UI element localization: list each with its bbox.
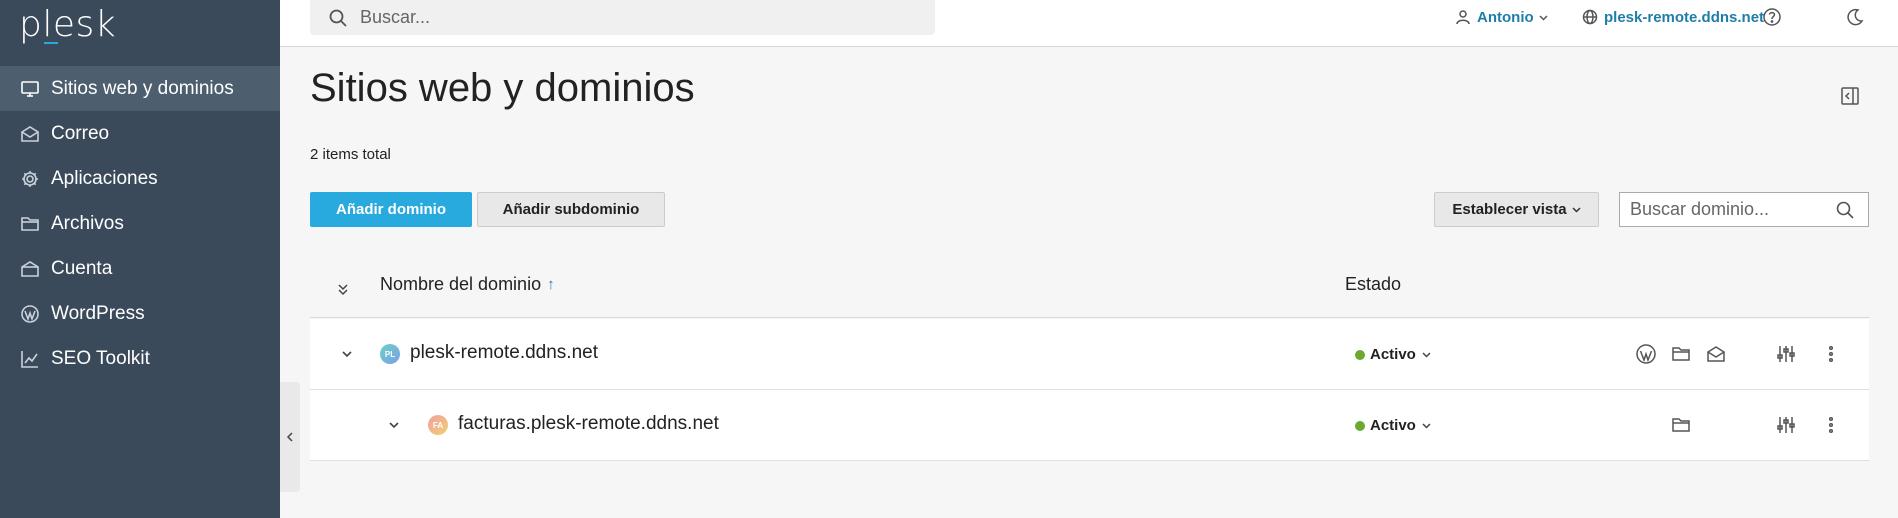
domain-name: plesk-remote.ddns.net — [1604, 8, 1765, 26]
moon-icon — [1847, 8, 1864, 26]
column-header-status: Estado — [1345, 274, 1402, 294]
page-title: Sitios web y dominios — [310, 66, 695, 110]
user-icon — [1456, 10, 1470, 25]
wordpress-icon — [19, 303, 41, 325]
status-dropdown[interactable]: Activo — [1355, 346, 1431, 363]
user-name: Antonio — [1477, 8, 1534, 26]
sidebar-item-label: SEO Toolkit — [51, 347, 150, 369]
chevron-down-icon — [389, 422, 399, 429]
domain-search-input[interactable] — [1630, 199, 1835, 220]
sidebar-item-applications[interactable]: Aplicaciones — [0, 156, 280, 201]
search-icon[interactable] — [1835, 200, 1855, 220]
folder-icon — [1672, 347, 1690, 361]
sidebar-item-websites-domains[interactable]: Sitios web y dominios — [0, 66, 280, 111]
global-search[interactable] — [310, 0, 935, 35]
mail-icon — [19, 123, 41, 145]
settings-action[interactable] — [1775, 343, 1797, 365]
mail-action[interactable] — [1705, 343, 1727, 365]
dark-mode-toggle[interactable] — [1845, 0, 1865, 34]
column-name-label: Nombre del dominio — [380, 274, 542, 294]
file-manager-action[interactable] — [1670, 414, 1692, 436]
domain-search[interactable] — [1619, 192, 1869, 227]
mail-icon — [1707, 346, 1725, 362]
wordpress-icon — [1636, 344, 1656, 364]
set-view-label: Establecer vista — [1452, 201, 1567, 218]
status-active-dot — [1355, 349, 1365, 360]
sidebar-nav: Sitios web y dominios Correo Aplicacione… — [0, 66, 280, 381]
chevron-down-icon — [1539, 14, 1548, 21]
account-icon — [19, 258, 41, 280]
sidebar-item-label: Archivos — [51, 212, 124, 234]
global-search-input[interactable] — [360, 7, 920, 28]
wordpress-action[interactable] — [1635, 343, 1657, 365]
chart-icon — [19, 348, 41, 370]
chevron-down-icon — [342, 351, 352, 358]
domain-link[interactable]: facturas.plesk-remote.ddns.net — [458, 413, 719, 435]
globe-icon — [1582, 9, 1598, 25]
items-total: 2 items total — [310, 146, 391, 163]
sidebar-item-label: Sitios web y dominios — [51, 77, 234, 99]
site-favicon: PL — [380, 344, 400, 364]
more-actions-button[interactable] — [1820, 343, 1842, 365]
table-row: PL plesk-remote.ddns.net Activo — [310, 319, 1869, 390]
sidebar-item-label: Cuenta — [51, 257, 113, 279]
domain-link[interactable]: plesk-remote.ddns.net — [410, 342, 598, 364]
sidebar-collapse-button[interactable] — [280, 382, 300, 492]
gear-icon — [19, 168, 41, 190]
site-favicon: FA — [428, 415, 448, 435]
expand-all-button[interactable] — [336, 282, 350, 296]
sidebar-item-mail[interactable]: Correo — [0, 111, 280, 156]
double-chevron-down-icon — [338, 284, 348, 296]
table-header: Nombre del dominio ↑ Estado — [310, 262, 1869, 318]
sidebar-item-label: Correo — [51, 122, 110, 144]
sidebar-item-wordpress[interactable]: WordPress — [0, 291, 280, 336]
column-header-domain-name[interactable]: Nombre del dominio ↑ — [380, 274, 555, 295]
file-manager-action[interactable] — [1670, 343, 1692, 365]
user-menu[interactable]: Antonio — [1455, 0, 1548, 34]
sidebar-item-files[interactable]: Archivos — [0, 201, 280, 246]
chevron-down-icon — [1422, 352, 1431, 358]
table-row: FA facturas.plesk-remote.ddns.net Activo — [310, 390, 1869, 461]
status-dropdown[interactable]: Activo — [1355, 417, 1431, 434]
set-view-button[interactable]: Establecer vista — [1434, 192, 1599, 227]
side-panel-toggle[interactable] — [1840, 86, 1860, 106]
sidebar-item-label: Aplicaciones — [51, 167, 158, 189]
folder-icon — [19, 213, 41, 235]
sliders-icon — [1777, 346, 1795, 362]
sort-ascending-icon: ↑ — [547, 276, 555, 293]
plesk-logo[interactable]: plesk — [19, 4, 116, 45]
panel-collapse-icon — [1841, 87, 1859, 105]
domain-link[interactable]: plesk-remote.ddns.net — [1582, 0, 1764, 34]
help-button[interactable] — [1762, 0, 1782, 34]
chevron-down-icon — [1572, 207, 1581, 213]
search-icon — [329, 9, 347, 27]
sidebar-item-seo-toolkit[interactable]: SEO Toolkit — [0, 336, 280, 381]
top-header: Antonio plesk-remote.ddns.net — [280, 0, 1898, 47]
status-label: Activo — [1370, 417, 1416, 434]
kebab-menu-icon — [1828, 345, 1834, 363]
add-domain-button[interactable]: Añadir dominio — [310, 192, 472, 227]
sidebar-item-label: WordPress — [51, 302, 145, 324]
row-expand-toggle[interactable] — [340, 347, 354, 361]
row-expand-toggle[interactable] — [387, 418, 401, 432]
status-active-dot — [1355, 420, 1365, 431]
sidebar-item-account[interactable]: Cuenta — [0, 246, 280, 291]
settings-action[interactable] — [1775, 414, 1797, 436]
chevron-down-icon — [1422, 423, 1431, 429]
monitor-icon — [19, 78, 41, 100]
sidebar: plesk Sitios web y dominios Correo Aplic… — [0, 0, 280, 518]
logo-accent — [44, 42, 58, 44]
more-actions-button[interactable] — [1820, 414, 1842, 436]
kebab-menu-icon — [1828, 416, 1834, 434]
add-subdomain-button[interactable]: Añadir subdominio — [477, 192, 665, 227]
status-label: Activo — [1370, 346, 1416, 363]
help-icon — [1763, 8, 1781, 26]
folder-icon — [1672, 418, 1690, 432]
chevron-left-icon — [286, 432, 293, 442]
sliders-icon — [1777, 417, 1795, 433]
